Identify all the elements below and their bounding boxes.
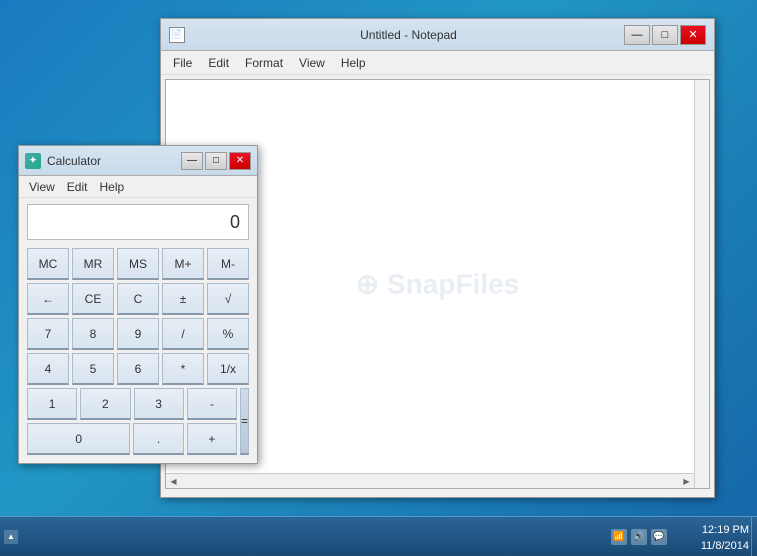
taskbar-clock: 12:19 PM 11/8/2014	[701, 523, 749, 554]
key-multiply[interactable]: *	[162, 353, 204, 385]
key-percent[interactable]: %	[207, 318, 249, 350]
scroll-left-arrow[interactable]: ◀	[166, 474, 181, 489]
notepad-menu-view[interactable]: View	[291, 54, 333, 72]
calculator-row4: 1 2 3 -	[27, 388, 237, 420]
taskbar-network-icon[interactable]: 📶	[611, 529, 627, 545]
key-mminus[interactable]: M-	[207, 248, 249, 280]
taskbar-system-icons: 📶 🔊 💬	[611, 529, 667, 545]
key-reciprocal[interactable]: 1/x	[207, 353, 249, 385]
key-mr[interactable]: MR	[72, 248, 114, 280]
key-c[interactable]: C	[117, 283, 159, 315]
notepad-menu-file[interactable]: File	[165, 54, 200, 72]
key-ms[interactable]: MS	[117, 248, 159, 280]
scroll-right-arrow[interactable]: ▶	[679, 474, 694, 489]
taskbar-date: 11/8/2014	[701, 539, 749, 554]
key-2[interactable]: 2	[80, 388, 130, 420]
calculator-row2: 7 8 9 / %	[27, 318, 249, 350]
key-4[interactable]: 4	[27, 353, 69, 385]
taskbar-notification-icon[interactable]: 💬	[651, 529, 667, 545]
show-desktop-button[interactable]	[751, 517, 757, 556]
notepad-titlebar: 📄 Untitled - Notepad — □ ✕	[161, 19, 714, 51]
calculator-row3: 4 5 6 * 1/x	[27, 353, 249, 385]
notepad-menubar: File Edit Format View Help	[161, 51, 714, 75]
calculator-menu-edit[interactable]: Edit	[61, 178, 94, 196]
key-sqrt[interactable]: √	[207, 283, 249, 315]
notepad-window-controls: — □ ✕	[624, 25, 706, 45]
key-ce[interactable]: CE	[72, 283, 114, 315]
key-dot[interactable]: .	[133, 423, 183, 455]
calculator-equals-col: =	[240, 388, 249, 455]
key-mc[interactable]: MC	[27, 248, 69, 280]
calculator-bottom-rows: 1 2 3 - 0 . + =	[27, 388, 249, 455]
key-5[interactable]: 5	[72, 353, 114, 385]
notepad-menu-format[interactable]: Format	[237, 54, 291, 72]
key-7[interactable]: 7	[27, 318, 69, 350]
calculator-left-keys: 1 2 3 - 0 . +	[27, 388, 237, 455]
key-plusminus[interactable]: ±	[162, 283, 204, 315]
calculator-close-button[interactable]: ✕	[229, 152, 251, 170]
key-6[interactable]: 6	[117, 353, 159, 385]
key-equals[interactable]: =	[240, 388, 249, 455]
notepad-menu-help[interactable]: Help	[333, 54, 374, 72]
calculator-display-value: 0	[230, 212, 240, 233]
snap-watermark: ⊕ SnapFiles	[356, 268, 520, 301]
key-minus[interactable]: -	[187, 388, 237, 420]
notepad-maximize-button[interactable]: □	[652, 25, 678, 45]
key-backspace[interactable]: ←	[27, 283, 69, 315]
notepad-minimize-button[interactable]: —	[624, 25, 650, 45]
notepad-close-button[interactable]: ✕	[680, 25, 706, 45]
calculator-menu-view[interactable]: View	[23, 178, 61, 196]
key-plus[interactable]: +	[187, 423, 237, 455]
calculator-row5: 0 . +	[27, 423, 237, 455]
calculator-buttons: MC MR MS M+ M- ← CE C ± √ 7 8 9 / % 4 5 …	[19, 244, 257, 463]
taskbar-volume-icon[interactable]: 🔊	[631, 529, 647, 545]
key-3[interactable]: 3	[134, 388, 184, 420]
calculator-row1: ← CE C ± √	[27, 283, 249, 315]
key-8[interactable]: 8	[72, 318, 114, 350]
notepad-title: Untitled - Notepad	[193, 28, 624, 42]
calculator-memory-row: MC MR MS M+ M-	[27, 248, 249, 280]
taskbar-time: 12:19 PM	[701, 523, 749, 538]
key-0[interactable]: 0	[27, 423, 130, 455]
notepad-menu-edit[interactable]: Edit	[200, 54, 237, 72]
calculator-window: ✦ Calculator — □ ✕ View Edit Help 0 MC M…	[18, 145, 258, 464]
notepad-app-icon: 📄	[169, 27, 185, 43]
key-9[interactable]: 9	[117, 318, 159, 350]
calculator-menu-help[interactable]: Help	[93, 178, 130, 196]
calculator-app-icon: ✦	[25, 153, 41, 169]
calculator-window-controls: — □ ✕	[181, 152, 251, 170]
notepad-scrollbar-horizontal[interactable]: ◀ ▶	[166, 473, 694, 488]
calculator-minimize-button[interactable]: —	[181, 152, 203, 170]
calculator-maximize-button[interactable]: □	[205, 152, 227, 170]
calculator-display: 0	[27, 204, 249, 240]
notepad-scrollbar-vertical[interactable]	[694, 80, 709, 488]
taskbar: ▲ 📶 🔊 💬 12:19 PM 11/8/2014	[0, 516, 757, 556]
notification-area-arrow[interactable]: ▲	[4, 530, 18, 544]
key-1[interactable]: 1	[27, 388, 77, 420]
calculator-titlebar: ✦ Calculator — □ ✕	[19, 146, 257, 176]
key-divide[interactable]: /	[162, 318, 204, 350]
calculator-menubar: View Edit Help	[19, 176, 257, 198]
calculator-title: Calculator	[47, 154, 181, 168]
key-mplus[interactable]: M+	[162, 248, 204, 280]
